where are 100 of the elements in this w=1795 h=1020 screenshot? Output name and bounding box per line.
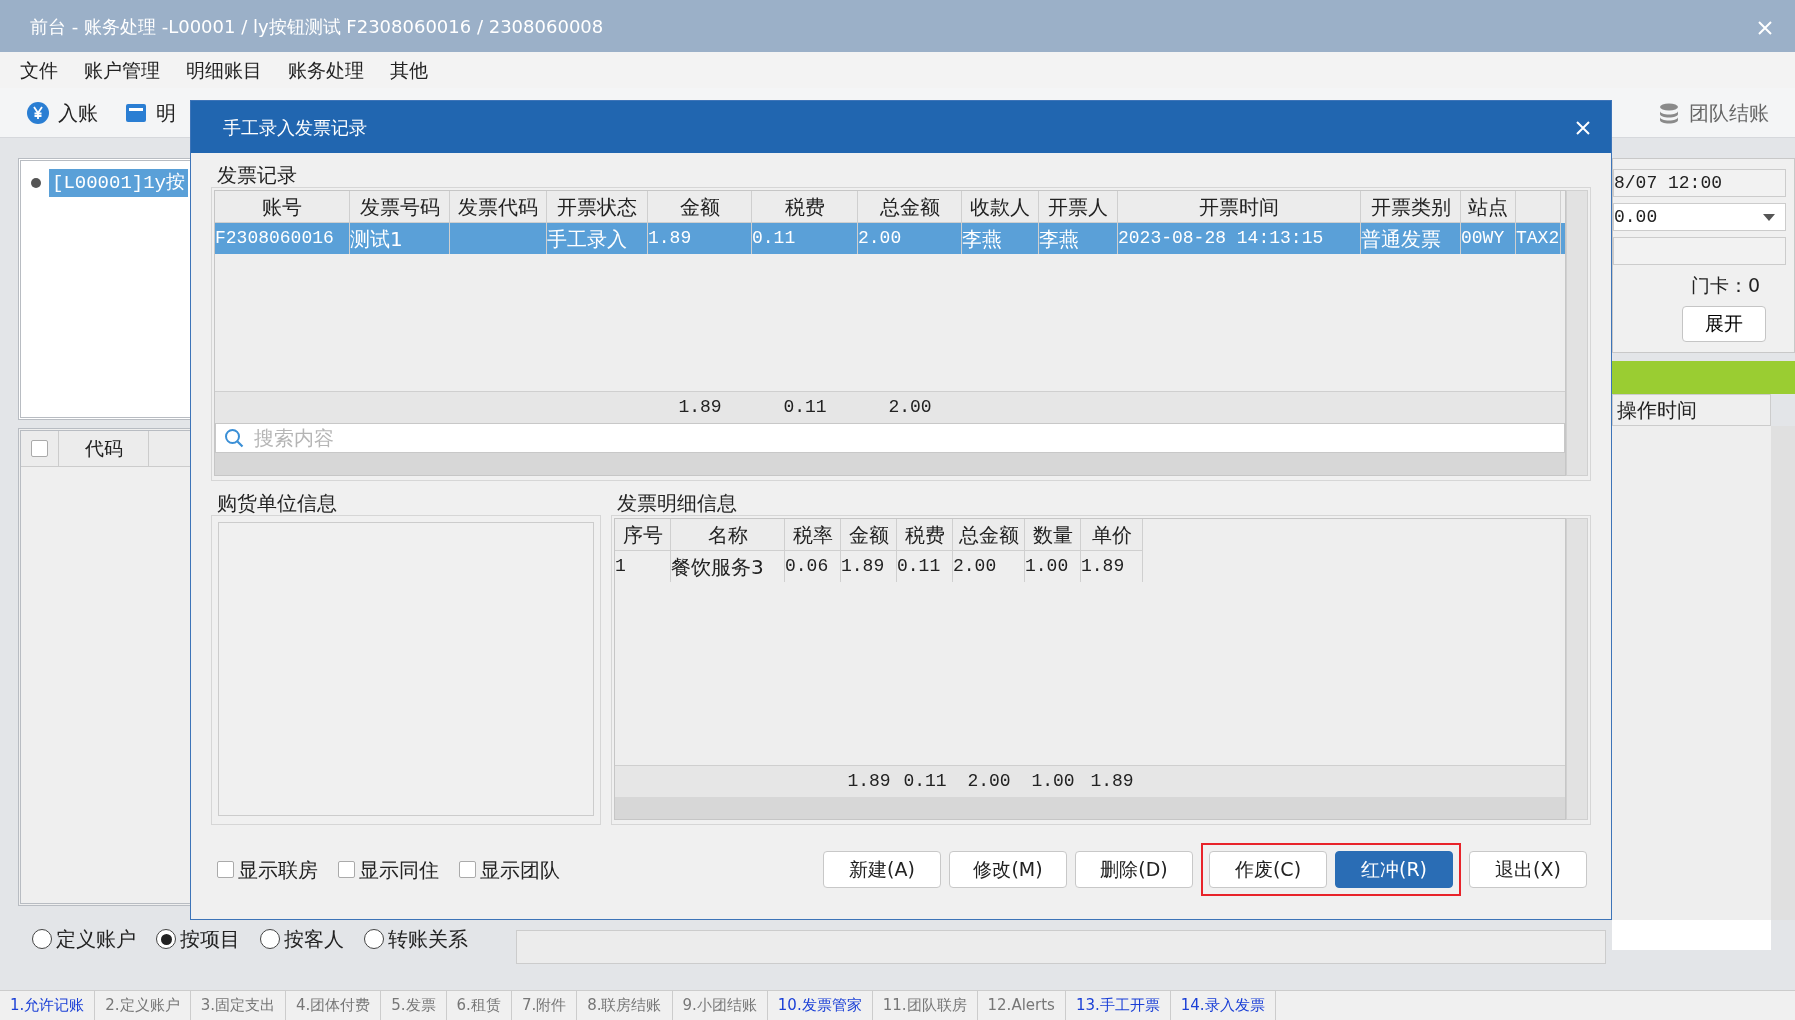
dialog-button[interactable]: 修改(M) [949,851,1067,888]
table-cell: TAX2 [1516,223,1561,254]
group-title: 发票明细信息 [616,491,738,515]
table-cell: 李燕 [962,223,1039,254]
expand-button[interactable]: 展开 [1682,305,1766,342]
dialog-button[interactable]: 红冲(R) [1335,851,1453,888]
table-cell: 0.11 [897,551,953,582]
table-cell: 李燕 [1039,223,1118,254]
close-icon [1757,19,1773,36]
checkbox[interactable] [338,861,355,878]
search-icon [224,428,244,448]
radio-button[interactable] [364,929,384,949]
column-header[interactable]: 站点 [1461,191,1516,223]
total-cell-text: 2.00 [887,396,933,419]
column-header[interactable]: 代码 [59,431,149,466]
input-field[interactable] [516,930,1606,964]
table-cell: 2.00 [953,551,1025,582]
scrollbar[interactable] [615,797,1565,819]
table-cell: 0.11 [752,223,858,254]
column-header[interactable]: 总金额 [953,519,1025,551]
column-header[interactable] [1516,191,1561,223]
column-header[interactable]: 发票号码 [350,191,450,223]
column-header[interactable]: 数量 [1025,519,1081,551]
radio-label: 按项目 [180,926,240,953]
checkbox[interactable] [459,861,476,878]
time-field[interactable]: 8/07 12:00 [1613,169,1786,197]
menu-item[interactable]: 其他 [390,55,428,85]
radio-label: 定义账户 [56,926,136,953]
column-header[interactable]: 税率 [785,519,841,551]
toolbar-button[interactable]: 团队结账 [1651,93,1775,132]
table-cell: F2308060016 [215,223,350,254]
door-card-label: 门卡：0 [1689,273,1761,298]
column-header[interactable]: 金额 [841,519,897,551]
column-header[interactable]: 税费 [752,191,858,223]
total-cell-text: 1.89 [677,396,723,419]
column-header[interactable]: 单价 [1081,519,1143,551]
toolbar-button[interactable]: 入账 [20,93,104,132]
checkbox-label: 显示同住 [359,856,439,884]
radio-button[interactable] [32,929,52,949]
menu-item[interactable]: 账户管理 [84,55,160,85]
total-cell-text: 1.89 [1089,770,1135,793]
window-title: 前台 - 账务处理 -L00001 / ly按钮测试 F2308060016 / 2308060008 [30,14,604,39]
column-header[interactable]: 金额 [648,191,752,223]
column-header[interactable]: 发票代码 [450,191,547,223]
table-cell: 1 [615,551,671,582]
column-header[interactable]: 开票状态 [547,191,648,223]
column-header[interactable]: 开票人 [1039,191,1118,223]
dialog-button[interactable]: 新建(A) [823,851,941,888]
scrollbar[interactable] [215,453,1565,475]
total-cell-text: 0.11 [902,770,948,793]
column-header[interactable]: 账号 [215,191,350,223]
dialog-button[interactable]: 删除(D) [1075,851,1193,888]
checkbox-label: 显示联房 [238,856,318,884]
table-cell: 1.89 [841,551,897,582]
radio-label: 转账关系 [388,926,468,953]
checkbox-label: 显示团队 [480,856,560,884]
column-header[interactable]: 序号 [615,519,671,551]
table-cell: 2.00 [858,223,962,254]
total-cell-text: 1.89 [846,770,892,793]
table-cell: 普通发票 [1361,223,1461,254]
table-cell: 手工录入 [547,223,648,254]
menu-item[interactable]: 明细账目 [186,55,262,85]
column-header[interactable]: 税费 [897,519,953,551]
table-cell: 餐饮服务3 [671,551,785,582]
total-cell-text: 0.11 [782,396,828,419]
checkbox[interactable] [31,440,48,457]
scrollbar[interactable] [1566,518,1588,820]
column-header[interactable]: 开票类别 [1361,191,1461,223]
table-cell: 00WY [1461,223,1516,254]
close-icon [1575,120,1591,136]
dialog-button[interactable]: 退出(X) [1469,851,1587,888]
menu-item[interactable]: 文件 [20,55,58,85]
dropdown-caret-icon [1763,213,1775,221]
table-cell: 测试1 [350,223,450,254]
group-title: 发票记录 [216,163,298,187]
amount-dropdown[interactable]: 0.00 [1613,203,1786,231]
column-header[interactable]: 名称 [671,519,785,551]
total-cell-text: 2.00 [966,770,1012,793]
dialog-button[interactable]: 作废(C) [1209,851,1327,888]
table-cell: 1.00 [1025,551,1081,582]
table-cell: 0.06 [785,551,841,582]
radio-button[interactable] [156,929,176,949]
input-field[interactable] [1613,237,1786,265]
radio-button[interactable] [260,929,280,949]
table-cell: 2023-08-28 14:13:15 [1118,223,1361,254]
input-field[interactable] [1612,920,1771,950]
column-header[interactable]: 总金额 [858,191,962,223]
column-header[interactable]: 收款人 [962,191,1039,223]
scrollbar[interactable] [1566,190,1588,476]
dialog-title: 手工录入发票记录 [223,115,367,140]
table-cell: 1.89 [648,223,752,254]
column-header[interactable]: 操作时间 [1612,393,1771,426]
column-header[interactable]: 开票时间 [1118,191,1361,223]
menu-item[interactable]: 账务处理 [288,55,364,85]
total-cell-text: 1.00 [1030,770,1076,793]
table-cell: 1.89 [1081,551,1143,582]
radio-label: 按客人 [284,926,344,953]
toolbar-button[interactable]: 明 [118,93,182,132]
yen-coin-icon [26,100,50,125]
checkbox[interactable] [217,861,234,878]
